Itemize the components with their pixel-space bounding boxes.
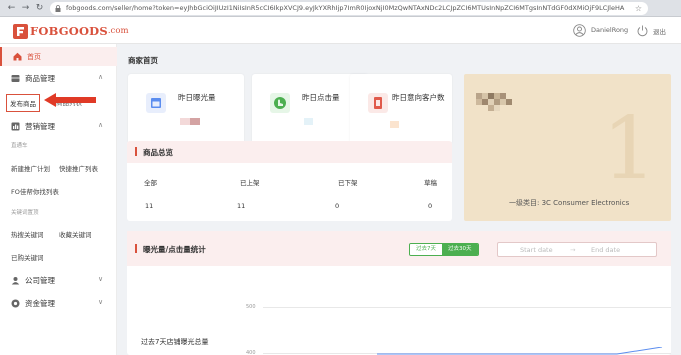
logo[interactable]: FOBGOODS .com xyxy=(13,23,129,39)
click-hand-icon xyxy=(270,93,290,113)
banner-watermark: 1 xyxy=(602,99,657,199)
sidebar-item-new-campaign[interactable]: 新建推广计划 xyxy=(11,163,50,173)
panel-accent-bar xyxy=(135,147,137,156)
annotation-arrow-icon xyxy=(44,93,96,107)
browser-toolbar: ← → ↻ fobgoods.com/seller/home?token=eyJ… xyxy=(0,0,681,17)
sidebar-item-publish-product[interactable]: 发布商品 xyxy=(6,94,40,112)
overview-label-delisted: 已下架 xyxy=(338,179,358,187)
page-title: 商家首页 xyxy=(128,56,158,65)
overview-value-all[interactable]: 11 xyxy=(145,202,153,210)
logo-mark-icon xyxy=(13,23,28,39)
y-tick-500: 500 xyxy=(246,304,256,310)
sidebar-group-product[interactable]: 商品管理 ∧ xyxy=(0,69,117,87)
calendar-icon xyxy=(146,93,166,113)
reload-icon[interactable]: ↻ xyxy=(34,3,45,14)
overview-title: 商品总览 xyxy=(143,148,173,157)
sidebar-item-fo-list[interactable]: FO佳帮你找列表 xyxy=(11,186,59,196)
overview-label-draft: 草稿 xyxy=(424,179,437,187)
start-date-input[interactable]: Start date xyxy=(520,246,553,254)
banner-category: 一级类目: 3C Consumer Electronics xyxy=(509,199,630,207)
sidebar-company-label: 公司管理 xyxy=(25,276,55,285)
date-range-picker[interactable]: Start date → End date xyxy=(497,242,657,257)
chevron-up-icon: ∧ xyxy=(98,121,104,129)
customer-icon xyxy=(368,93,388,113)
section-label-keywords: 关键词置顶 xyxy=(11,210,39,216)
back-icon[interactable]: ← xyxy=(6,3,17,14)
gridline xyxy=(263,307,671,308)
sidebar-group-company[interactable]: 公司管理 ∨ xyxy=(0,271,117,289)
main-content: 商家首页 昨日曝光量 昨日点击量 昨日意向客户数 1 一级类目: 3C Cons… xyxy=(117,44,681,355)
logout-button[interactable]: 退出 xyxy=(653,26,666,36)
overview-label-all: 全部 xyxy=(144,179,157,187)
redacted-value xyxy=(304,118,313,125)
end-date-input[interactable]: End date xyxy=(591,246,620,254)
user-avatar-icon[interactable] xyxy=(573,24,586,37)
company-icon xyxy=(11,277,20,285)
section-label-direct: 直通车 xyxy=(11,143,28,149)
stat-label: 昨日意向客户数 xyxy=(392,93,445,102)
sidebar-item-hot-keywords[interactable]: 热搜关键词 xyxy=(11,229,44,239)
product-icon xyxy=(11,75,20,82)
period-toggle: 过去7天 过去30天 xyxy=(409,243,479,256)
overview-value-listed[interactable]: 11 xyxy=(237,202,245,210)
address-bar[interactable]: fobgoods.com/seller/home?token=eyJhbGciO… xyxy=(50,2,648,15)
sidebar-group-fund[interactable]: 资金管理 ∨ xyxy=(0,294,117,312)
sidebar-group-marketing[interactable]: 营销管理 ∧ xyxy=(0,117,117,135)
stats-panel-header: 曝光量/点击量统计 过去7天 过去30天 Start date → End da… xyxy=(127,231,671,266)
fund-icon xyxy=(11,299,20,308)
stat-card-exposure: 昨日曝光量 xyxy=(128,74,244,144)
overview-panel-header: 商品总览 xyxy=(127,141,452,163)
overview-panel: 商品总览 全部 已上架 已下架 草稿 11 11 0 0 xyxy=(127,141,452,221)
sidebar-product-label: 商品管理 xyxy=(25,74,55,83)
url-text: fobgoods.com/seller/home?token=eyJhbGciO… xyxy=(66,4,625,12)
sidebar-item-home[interactable]: 首页 xyxy=(0,47,117,66)
category-banner: 1 一级类目: 3C Consumer Electronics xyxy=(464,74,671,221)
sidebar-item-saved-keywords[interactable]: 收藏关键词 xyxy=(59,229,92,239)
logo-brand: FOBGOODS xyxy=(30,24,108,38)
power-icon[interactable] xyxy=(636,24,649,37)
chevron-down-icon: ∨ xyxy=(98,275,104,283)
chart-line xyxy=(377,347,663,355)
logo-domain: .com xyxy=(107,26,129,36)
app-header: FOBGOODS .com DanielRong 退出 xyxy=(0,17,681,44)
user-name[interactable]: DanielRong xyxy=(591,26,628,34)
bookmark-star-icon[interactable]: ☆ xyxy=(635,2,642,15)
redacted-value xyxy=(390,121,399,128)
overview-value-draft[interactable]: 0 xyxy=(428,202,432,210)
redacted-logo xyxy=(476,93,512,111)
chevron-down-icon: ∨ xyxy=(98,298,104,306)
stats-title: 曝光量/点击量统计 xyxy=(143,245,206,254)
home-icon xyxy=(13,52,22,61)
forward-icon[interactable]: → xyxy=(20,3,31,14)
sidebar-marketing-label: 营销管理 xyxy=(25,122,55,131)
panel-accent-bar xyxy=(135,244,137,253)
toggle-30-days[interactable]: 过去30天 xyxy=(442,244,478,255)
sidebar-fund-label: 资金管理 xyxy=(25,299,55,308)
sidebar-item-bought-keywords[interactable]: 已购关键词 xyxy=(11,252,44,262)
chevron-up-icon: ∧ xyxy=(98,73,104,81)
sidebar: 首页 商品管理 ∧ 发布商品 商品列表 营销管理 ∧ 直通车 新建推广计划 快捷… xyxy=(0,44,117,355)
sidebar-home-label: 首页 xyxy=(27,53,41,61)
toggle-7-days[interactable]: 过去7天 xyxy=(410,244,442,255)
stat-label: 昨日曝光量 xyxy=(178,93,216,102)
lock-icon xyxy=(55,5,61,12)
range-arrow-icon: → xyxy=(570,246,576,254)
stats-panel: 曝光量/点击量统计 过去7天 过去30天 Start date → End da… xyxy=(127,231,671,355)
chart-subtitle: 过去7天店铺曝光总量 xyxy=(141,338,209,346)
y-tick-400: 400 xyxy=(246,350,256,355)
stat-card-leads: 昨日意向客户数 xyxy=(350,74,452,144)
overview-value-delisted[interactable]: 0 xyxy=(335,202,339,210)
overview-label-listed: 已上架 xyxy=(240,179,260,187)
marketing-icon xyxy=(11,122,20,131)
redacted-value xyxy=(180,118,200,125)
sidebar-item-quick-campaign-list[interactable]: 快捷推广列表 xyxy=(59,163,98,173)
